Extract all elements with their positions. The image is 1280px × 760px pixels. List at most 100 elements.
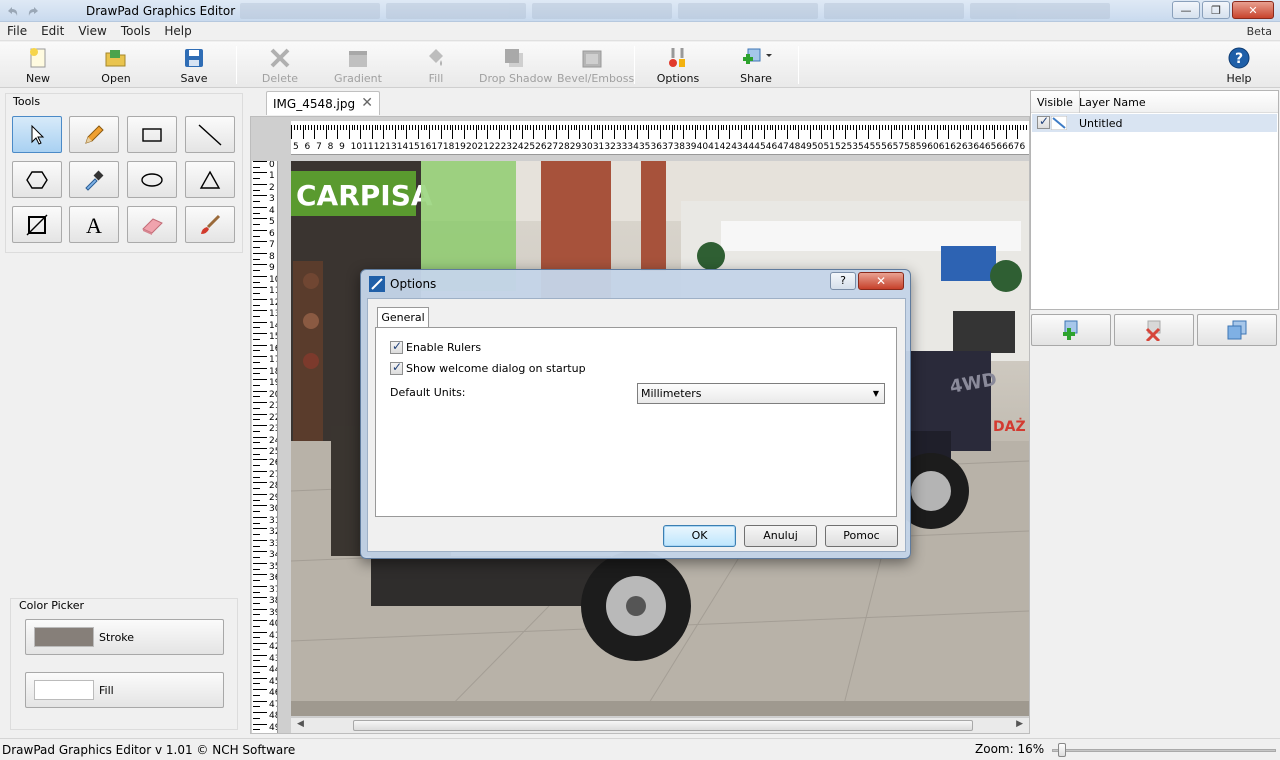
ruler-tick (910, 125, 912, 130)
new-button[interactable]: New (3, 44, 73, 86)
close-tab-icon[interactable]: ✕ (361, 95, 373, 111)
line-tool[interactable] (185, 116, 235, 153)
close-button[interactable]: ✕ (1232, 1, 1274, 19)
pencil-tool[interactable] (69, 116, 119, 153)
eyedropper-tool[interactable] (69, 161, 119, 198)
ruler-tick (253, 545, 260, 547)
ruler-tick (253, 310, 267, 312)
options-button[interactable]: Options (643, 44, 713, 86)
add-layer-button[interactable] (1031, 314, 1111, 346)
ruler-tick (481, 125, 483, 130)
ruler-tick (737, 125, 739, 130)
menu-view[interactable]: View (71, 24, 113, 38)
menu-tools[interactable]: Tools (114, 24, 158, 38)
drop-shadow-button[interactable]: Drop Shadow (479, 44, 552, 86)
ruler-tick (253, 505, 267, 507)
dialog-help-button[interactable]: ? (830, 272, 856, 290)
ruler-tick (331, 125, 333, 130)
maximize-button[interactable]: ❐ (1202, 1, 1230, 19)
scroll-left-arrow-icon[interactable]: ◀ (297, 719, 304, 729)
ruler-label: 55 (869, 142, 882, 152)
bevel-emboss-button[interactable]: Bevel/Emboss (557, 44, 634, 86)
show-welcome-row[interactable]: Show welcome dialog on startup (390, 360, 586, 375)
menu-help[interactable]: Help (157, 24, 198, 38)
ruler-label: 47 (269, 699, 277, 710)
horizontal-scrollbar[interactable]: ◀ ▶ (291, 717, 1029, 733)
enable-rulers-row[interactable]: Enable Rulers (390, 339, 481, 354)
dialog-close-button[interactable]: ✕ (858, 272, 904, 290)
ruler-label: 43 (731, 142, 743, 152)
ruler-tick (253, 229, 267, 231)
ruler-tick (781, 125, 783, 130)
ruler-label: 9 (269, 263, 275, 274)
triangle-tool[interactable] (185, 161, 235, 198)
tab-general[interactable]: General (377, 307, 429, 328)
ruler-label: 12 (373, 142, 386, 152)
menu-edit[interactable]: Edit (34, 24, 71, 38)
ruler-label: 11 (362, 142, 374, 152)
zoom-slider[interactable] (1052, 749, 1276, 752)
document-tab[interactable]: IMG_4548.jpg ✕ (266, 91, 380, 115)
help-question-icon: ? (1228, 47, 1250, 69)
ruler-label: 20 (269, 389, 277, 400)
ruler-tick (253, 591, 260, 593)
ruler-tick (838, 125, 840, 130)
ruler-tick (533, 125, 535, 139)
text-tool[interactable]: A (69, 206, 119, 243)
ruler-tick (253, 677, 267, 679)
open-button[interactable]: Open (81, 44, 151, 86)
fill-button[interactable]: Fill (401, 44, 471, 86)
ruler-tick (515, 125, 517, 130)
ruler-tick (683, 125, 685, 139)
redo-icon[interactable] (26, 3, 42, 19)
scroll-right-arrow-icon[interactable]: ▶ (1016, 719, 1023, 729)
ruler-tick (714, 125, 716, 130)
ruler-tick (665, 125, 667, 130)
ruler-tick (685, 125, 687, 130)
delete-button[interactable]: Delete (245, 44, 315, 86)
layer-visible-checkbox[interactable] (1037, 114, 1050, 129)
help-button[interactable]: ? Help (1204, 44, 1274, 86)
crop-tool[interactable] (12, 206, 62, 243)
delete-layer-button[interactable] (1114, 314, 1194, 346)
ruler-tick (253, 396, 260, 398)
minimize-button[interactable]: — (1172, 1, 1200, 19)
menu-file[interactable]: File (0, 24, 34, 38)
undo-icon[interactable] (4, 3, 20, 19)
scrollbar-thumb[interactable] (353, 720, 973, 731)
ruler-tick (253, 476, 260, 478)
duplicate-layer-button[interactable] (1197, 314, 1277, 346)
ruler-tick (1020, 125, 1022, 130)
ruler-label: 26 (269, 458, 277, 469)
enable-rulers-checkbox[interactable] (390, 339, 403, 354)
show-welcome-label: Show welcome dialog on startup (406, 361, 586, 375)
save-button[interactable]: Save (159, 44, 229, 86)
polygon-tool[interactable] (12, 161, 62, 198)
ruler-tick (374, 125, 376, 130)
fill-color-button[interactable]: Fill (25, 672, 224, 708)
gradient-button[interactable]: Gradient (323, 44, 393, 86)
zoom-slider-handle[interactable] (1058, 743, 1066, 757)
select-tool[interactable] (12, 116, 62, 153)
ruler-tick (253, 315, 260, 317)
show-welcome-checkbox[interactable] (390, 360, 403, 375)
layer-row[interactable]: Untitled (1032, 114, 1277, 132)
share-button[interactable]: Share (721, 44, 791, 86)
ellipse-tool[interactable] (127, 161, 177, 198)
ruler-tick (668, 125, 670, 130)
brush-tool[interactable] (185, 206, 235, 243)
triangle-icon (199, 170, 221, 189)
ruler-tick (530, 125, 532, 130)
eraser-tool[interactable] (127, 206, 177, 243)
ruler-tick (253, 660, 260, 662)
rectangle-tool[interactable] (127, 116, 177, 153)
ok-button[interactable]: OK (663, 525, 736, 547)
stroke-color-button[interactable]: Stroke (25, 619, 224, 655)
cancel-button[interactable]: Anuluj (744, 525, 817, 547)
ruler-label: 25 (269, 447, 277, 457)
default-units-select[interactable]: Millimeters ▼ (637, 383, 885, 404)
dialog-help-pomoc-button[interactable]: Pomoc (825, 525, 898, 547)
ruler-tick (253, 252, 267, 254)
ruler-tick (982, 125, 984, 139)
ruler-label: 32 (269, 527, 277, 538)
